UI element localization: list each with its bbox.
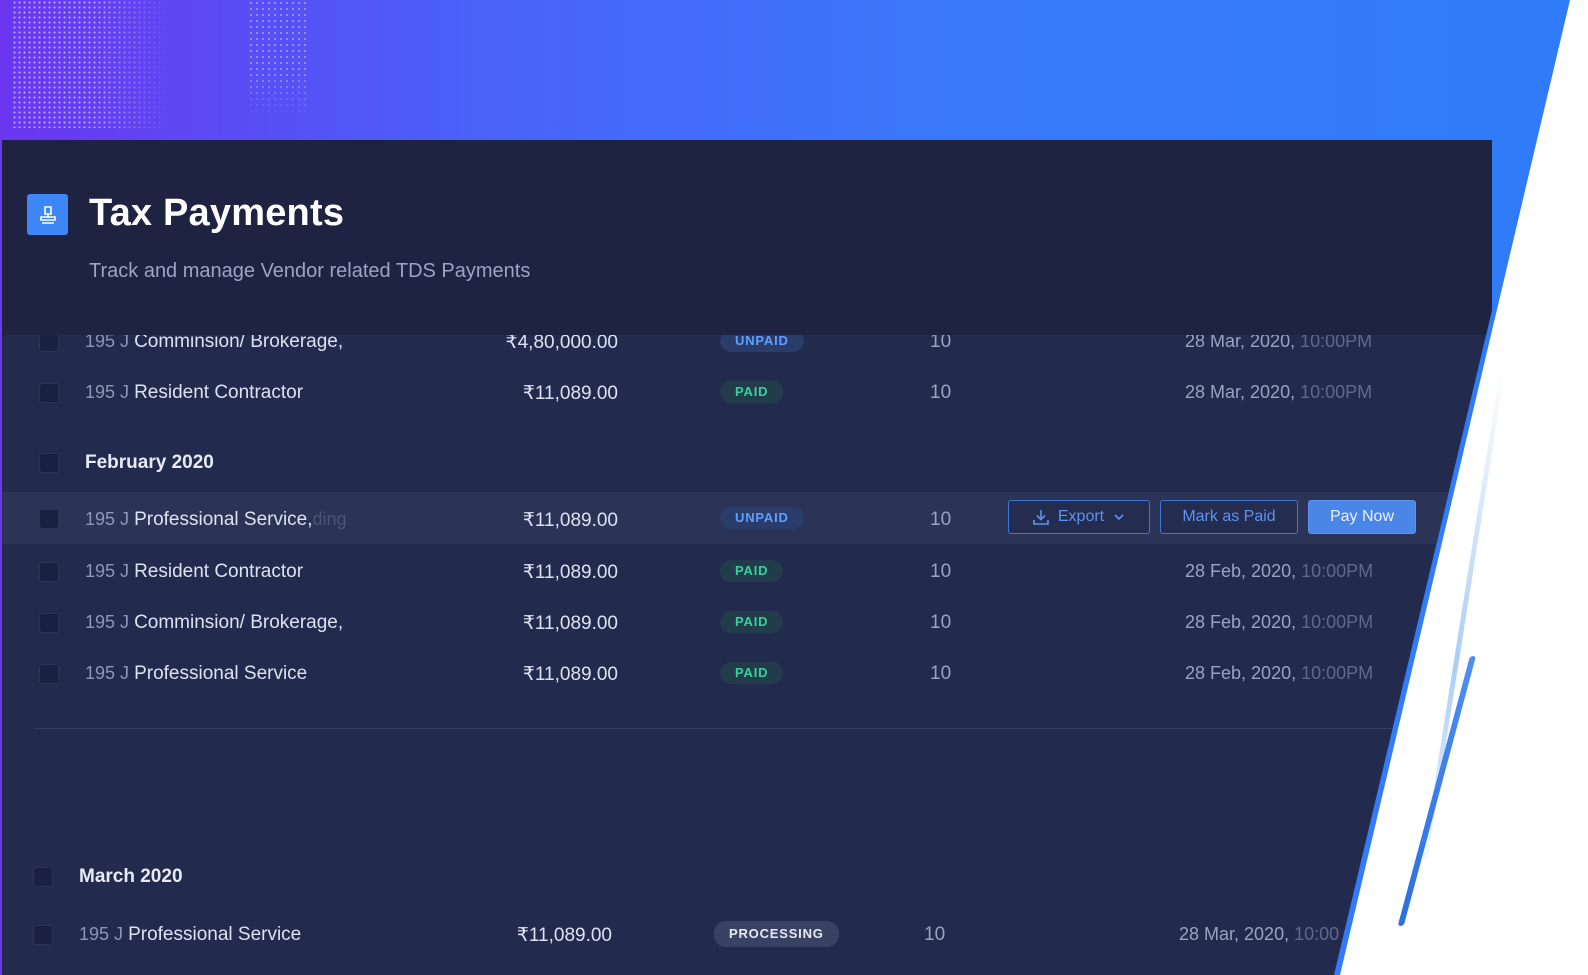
status-badge: PAID [720, 662, 784, 684]
row-checkbox[interactable] [39, 383, 59, 403]
time-value: 10:00PM [1300, 382, 1373, 402]
date-value: 28 Feb, 2020, [1185, 612, 1297, 632]
service-name: Professional Service [134, 663, 308, 684]
tds-section: 195 J [85, 561, 130, 581]
quantity: 10 [930, 561, 952, 582]
row-date: 28 Mar, 2020, 10:00 [1179, 924, 1339, 945]
date-value: 28 Mar, 2020, [1179, 924, 1290, 944]
row-code: 195 J Comminsion/ Brokerage, [85, 612, 343, 634]
table-row[interactable]: 195 J Professional Service ₹11,089.00 PA… [2, 647, 1492, 699]
service-name: Resident Contractor [134, 382, 304, 403]
service-name: Resident Contractor [134, 561, 304, 582]
stamp-icon [27, 194, 68, 235]
status-badge: PAID [720, 381, 784, 403]
service-name-overflow: ding [312, 509, 347, 529]
time-value: 10:00PM [1301, 663, 1374, 683]
status-badge: PAID [720, 611, 784, 633]
tds-section: 195 J [85, 612, 130, 632]
tds-section: 195 J [85, 663, 130, 683]
tds-section: 195 J [85, 509, 130, 529]
row-date: 28 Feb, 2020, 10:00PM [1185, 612, 1373, 633]
tds-section: 195 J [85, 382, 130, 402]
row-checkbox[interactable] [39, 332, 59, 352]
quantity: 10 [930, 509, 952, 530]
amount: ₹11,089.00 [522, 664, 618, 685]
row-date: 28 Feb, 2020, 10:00PM [1185, 561, 1373, 582]
row-checkbox[interactable] [39, 613, 59, 633]
service-name: Professional Service, [134, 509, 313, 530]
row-checkbox[interactable] [39, 664, 59, 684]
group-divider [34, 728, 1394, 729]
date-value: 28 Feb, 2020, [1185, 663, 1297, 683]
status-badge: PROCESSING [714, 921, 839, 947]
group-checkbox-march[interactable] [33, 867, 53, 887]
row-checkbox[interactable] [39, 509, 59, 529]
mark-as-paid-label: Mark as Paid [1182, 508, 1276, 525]
row-code: 195 J Resident Contractor [85, 561, 303, 583]
group-checkbox-february[interactable] [39, 453, 59, 473]
date-value: 28 Feb, 2020, [1185, 561, 1297, 581]
time-value: 10:00 [1294, 924, 1340, 944]
export-button[interactable]: Export [1008, 500, 1150, 534]
amount: ₹11,089.00 [522, 383, 618, 404]
dot-pattern [12, 0, 172, 128]
quantity: 10 [930, 663, 952, 684]
date-value: 28 Mar, 2020, [1185, 382, 1296, 402]
tds-section: 195 J [79, 924, 124, 944]
time-value: 10:00PM [1301, 612, 1374, 632]
pay-now-label: Pay Now [1329, 508, 1395, 525]
table-row-hovered[interactable]: 195 J Professional Service,ding ₹11,089.… [2, 492, 1492, 544]
row-date: 28 Feb, 2020, 10:00PM [1185, 663, 1373, 684]
row-code: 195 J Resident Contractor [85, 382, 303, 404]
row-date: 28 Mar, 2020, 10:00PM [1185, 382, 1372, 403]
row-code: 195 J Professional Service [85, 663, 307, 685]
table-row[interactable]: 195 J Comminsion/ Brokerage, ₹11,089.00 … [2, 596, 1492, 648]
table-row[interactable]: 195 J Professional Service ₹11,089.00 PR… [2, 908, 1492, 960]
row-checkbox[interactable] [39, 562, 59, 582]
status-badge: PAID [720, 560, 784, 582]
service-name: Comminsion/ Brokerage, [134, 612, 344, 633]
group-title-february: February 2020 [85, 452, 214, 473]
page-title: Tax Payments [89, 192, 345, 234]
export-label: Export [1057, 508, 1105, 525]
page-subtitle: Track and manage Vendor related TDS Paym… [89, 260, 531, 282]
amount: ₹11,089.00 [522, 510, 618, 531]
quantity: 10 [924, 924, 946, 945]
mark-as-paid-button[interactable]: Mark as Paid [1160, 500, 1298, 534]
row-code: 195 J Professional Service [79, 924, 301, 946]
quantity: 10 [930, 382, 952, 403]
row-checkbox[interactable] [33, 925, 53, 945]
time-value: 10:00PM [1301, 561, 1374, 581]
chevron-down-icon [1114, 514, 1124, 521]
amount: ₹11,089.00 [522, 613, 618, 634]
page-header: Tax Payments Track and manage Vendor rel… [2, 140, 1492, 335]
quantity: 10 [930, 612, 952, 633]
tax-payments-panel: 195 J Comminsion/ Brokerage, ₹4,80,000.0… [2, 140, 1492, 975]
table-row[interactable]: 195 J Resident Contractor ₹11,089.00 PAI… [2, 545, 1492, 597]
service-name: Professional Service [128, 924, 302, 945]
download-icon [1033, 510, 1049, 525]
dot-pattern-small [248, 0, 308, 118]
accent-line-blue [1397, 656, 1476, 926]
table-row[interactable]: 195 J Resident Contractor ₹11,089.00 PAI… [2, 366, 1492, 418]
row-code: 195 J Professional Service,ding [85, 509, 347, 531]
pay-now-button[interactable]: Pay Now [1308, 500, 1416, 534]
status-badge: UNPAID [720, 507, 804, 529]
amount: ₹11,089.00 [522, 562, 618, 583]
group-title-march: March 2020 [79, 866, 183, 887]
amount: ₹11,089.00 [516, 925, 612, 946]
